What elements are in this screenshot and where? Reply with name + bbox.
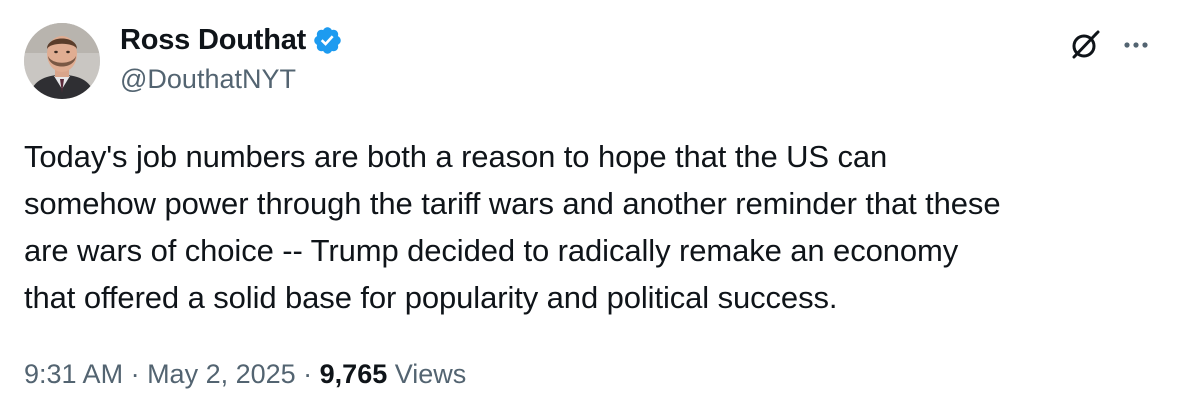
views-count: 9,765	[319, 359, 388, 389]
tweet-text-line: somehow power through the tariff wars an…	[24, 186, 1001, 221]
tweet-text-line: are wars of choice -- Trump decided to r…	[24, 233, 959, 268]
tweet-time[interactable]: 9:31 AM	[24, 359, 123, 389]
tweet-date[interactable]: May 2, 2025	[147, 359, 296, 389]
tweet-card: Ross Douthat @DouthatNYT Today's job num…	[0, 0, 1178, 418]
author-block: Ross Douthat	[120, 20, 343, 60]
avatar-photo	[24, 23, 100, 99]
verified-badge-icon[interactable]	[312, 25, 343, 56]
meta-separator: ·	[123, 359, 148, 389]
views-label: Views	[387, 359, 467, 389]
more-options-icon[interactable]	[1118, 27, 1154, 63]
meta-separator: ·	[295, 359, 320, 389]
grok-icon[interactable]	[1067, 27, 1103, 63]
display-name[interactable]: Ross Douthat	[120, 24, 306, 57]
author-handle[interactable]: @DouthatNYT	[120, 64, 296, 95]
tweet-meta: 9:31 AM · May 2, 2025 · 9,765 Views	[24, 359, 466, 390]
tweet-text-line: Today's job numbers are both a reason to…	[24, 139, 888, 174]
name-row: Ross Douthat	[120, 20, 343, 60]
tweet-text: Today's job numbers are both a reason to…	[24, 133, 1154, 321]
avatar[interactable]	[24, 23, 100, 99]
tweet-text-line: that offered a solid base for popularity…	[24, 280, 838, 315]
